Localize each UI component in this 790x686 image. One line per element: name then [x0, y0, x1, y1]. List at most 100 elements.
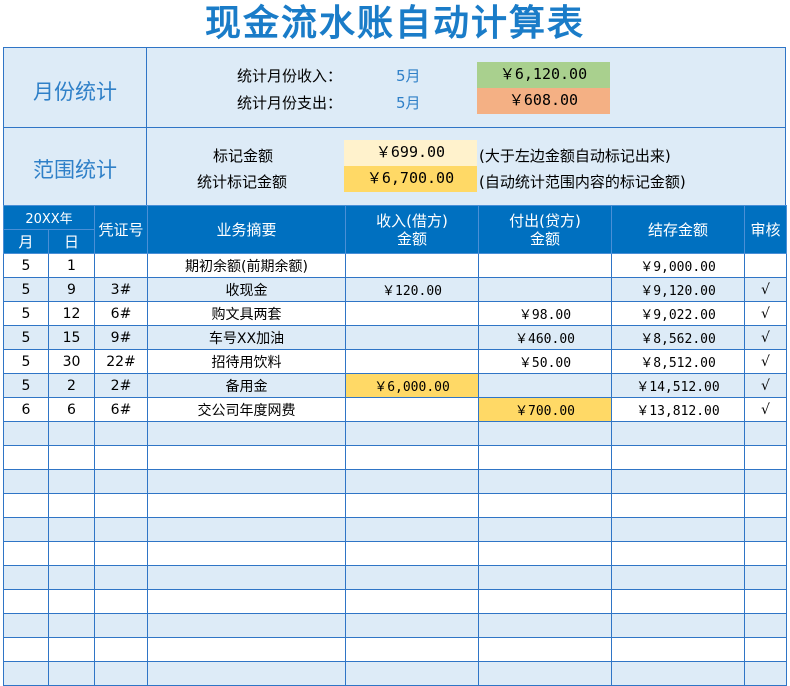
expense-cell[interactable]	[478, 421, 612, 446]
voucher-cell[interactable]: 2#	[94, 373, 148, 398]
voucher-cell[interactable]	[94, 421, 148, 446]
expense-cell[interactable]	[478, 517, 612, 542]
summary-cell[interactable]	[147, 541, 346, 566]
voucher-cell[interactable]	[94, 661, 148, 686]
voucher-cell[interactable]	[94, 613, 148, 638]
summary-cell[interactable]	[147, 445, 346, 470]
expense-cell[interactable]	[478, 493, 612, 518]
income-cell[interactable]	[345, 349, 479, 374]
month-cell[interactable]	[3, 421, 49, 446]
balance-cell[interactable]	[611, 493, 745, 518]
month-cell[interactable]	[3, 493, 49, 518]
balance-cell[interactable]	[611, 421, 745, 446]
day-cell[interactable]: 15	[48, 325, 95, 350]
summary-cell[interactable]	[147, 613, 346, 638]
summary-cell[interactable]	[147, 517, 346, 542]
income-month[interactable]: 5月	[396, 65, 421, 86]
balance-cell[interactable]: ￥9,022.00	[611, 301, 745, 326]
income-cell[interactable]	[345, 493, 479, 518]
voucher-cell[interactable]: 6#	[94, 397, 148, 422]
audit-cell[interactable]: √	[744, 325, 787, 350]
month-cell[interactable]	[3, 541, 49, 566]
income-cell[interactable]	[345, 661, 479, 686]
month-cell[interactable]: 5	[3, 325, 49, 350]
mark-value[interactable]: ￥699.00	[344, 140, 477, 166]
balance-cell[interactable]: ￥8,512.00	[611, 349, 745, 374]
audit-cell[interactable]	[744, 253, 787, 278]
audit-cell[interactable]	[744, 661, 787, 686]
day-cell[interactable]	[48, 421, 95, 446]
audit-cell[interactable]: √	[744, 349, 787, 374]
voucher-cell[interactable]	[94, 493, 148, 518]
month-cell[interactable]	[3, 565, 49, 590]
voucher-cell[interactable]	[94, 469, 148, 494]
day-cell[interactable]: 1	[48, 253, 95, 278]
summary-cell[interactable]	[147, 661, 346, 686]
summary-cell[interactable]: 车号XX加油	[147, 325, 346, 350]
expense-cell[interactable]	[478, 589, 612, 614]
day-cell[interactable]	[48, 661, 95, 686]
summary-cell[interactable]: 交公司年度网费	[147, 397, 346, 422]
audit-cell[interactable]	[744, 589, 787, 614]
day-cell[interactable]	[48, 565, 95, 590]
balance-cell[interactable]: ￥14,512.00	[611, 373, 745, 398]
summary-cell[interactable]	[147, 493, 346, 518]
voucher-cell[interactable]: 9#	[94, 325, 148, 350]
audit-cell[interactable]	[744, 469, 787, 494]
expense-cell[interactable]: ￥460.00	[478, 325, 612, 350]
voucher-cell[interactable]: 22#	[94, 349, 148, 374]
income-cell[interactable]	[345, 589, 479, 614]
month-cell[interactable]	[3, 637, 49, 662]
month-cell[interactable]	[3, 661, 49, 686]
voucher-cell[interactable]: 6#	[94, 301, 148, 326]
expense-cell[interactable]	[478, 445, 612, 470]
balance-cell[interactable]	[611, 469, 745, 494]
day-cell[interactable]	[48, 613, 95, 638]
expense-cell[interactable]	[478, 541, 612, 566]
day-cell[interactable]	[48, 541, 95, 566]
balance-cell[interactable]	[611, 541, 745, 566]
month-cell[interactable]	[3, 469, 49, 494]
day-cell[interactable]	[48, 493, 95, 518]
expense-cell[interactable]: ￥98.00	[478, 301, 612, 326]
audit-cell[interactable]	[744, 421, 787, 446]
audit-cell[interactable]	[744, 493, 787, 518]
income-cell[interactable]	[345, 469, 479, 494]
summary-cell[interactable]: 备用金	[147, 373, 346, 398]
audit-cell[interactable]: √	[744, 373, 787, 398]
income-cell[interactable]	[345, 421, 479, 446]
summary-cell[interactable]: 招待用饮料	[147, 349, 346, 374]
summary-cell[interactable]	[147, 637, 346, 662]
voucher-cell[interactable]: 3#	[94, 277, 148, 302]
income-cell[interactable]	[345, 565, 479, 590]
summary-cell[interactable]: 期初余额(前期余额)	[147, 253, 346, 278]
summary-cell[interactable]	[147, 469, 346, 494]
month-cell[interactable]	[3, 613, 49, 638]
audit-cell[interactable]: √	[744, 277, 787, 302]
expense-cell[interactable]	[478, 613, 612, 638]
expense-cell[interactable]	[478, 277, 612, 302]
expense-cell[interactable]: ￥50.00	[478, 349, 612, 374]
month-cell[interactable]: 5	[3, 373, 49, 398]
income-cell[interactable]	[345, 397, 479, 422]
income-cell[interactable]	[345, 301, 479, 326]
day-cell[interactable]: 2	[48, 373, 95, 398]
month-cell[interactable]: 5	[3, 301, 49, 326]
expense-cell[interactable]	[478, 637, 612, 662]
balance-cell[interactable]	[611, 565, 745, 590]
expense-cell[interactable]	[478, 253, 612, 278]
month-cell[interactable]	[3, 445, 49, 470]
day-cell[interactable]: 30	[48, 349, 95, 374]
voucher-cell[interactable]	[94, 541, 148, 566]
summary-cell[interactable]	[147, 421, 346, 446]
income-cell[interactable]: ￥6,000.00	[345, 373, 479, 398]
voucher-cell[interactable]	[94, 565, 148, 590]
audit-cell[interactable]: √	[744, 397, 787, 422]
day-cell[interactable]	[48, 589, 95, 614]
voucher-cell[interactable]	[94, 637, 148, 662]
voucher-cell[interactable]	[94, 517, 148, 542]
balance-cell[interactable]: ￥9,000.00	[611, 253, 745, 278]
income-cell[interactable]	[345, 325, 479, 350]
day-cell[interactable]	[48, 517, 95, 542]
income-cell[interactable]	[345, 613, 479, 638]
